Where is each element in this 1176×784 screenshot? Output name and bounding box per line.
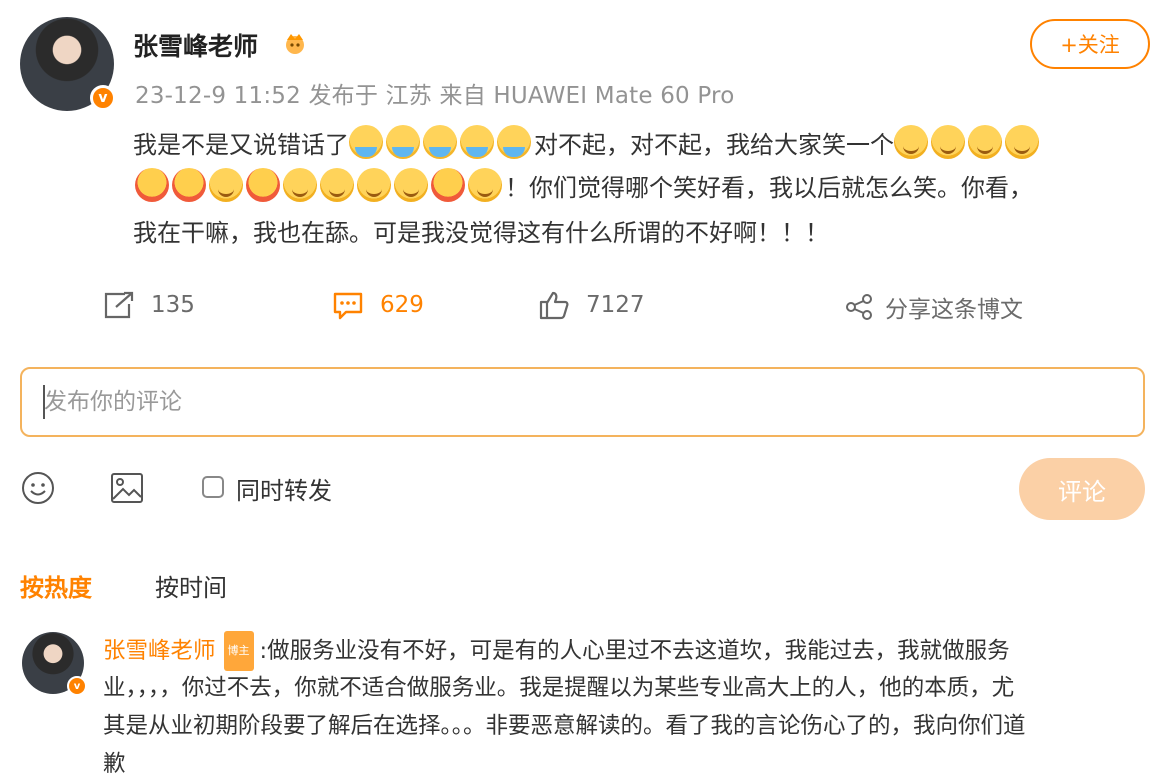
post-text-line-1: 我是不是又说错话了 对不起，对不起，我给大家笑一个 — [133, 125, 1042, 165]
happy-emoji-icon — [283, 168, 317, 202]
comment-line-3: 其是从业初期阶段要了解后在选择。。。非要恶意解读的。看了我的言论伤心了的，我向你… — [103, 713, 1026, 739]
share-button[interactable]: 分享这条博文 — [845, 290, 1023, 324]
author-badge: 博主 — [223, 631, 254, 671]
crying-emoji-icon — [497, 125, 531, 159]
cake-emoji-icon — [431, 168, 465, 202]
author-name[interactable]: 张雪峰老师 — [133, 27, 258, 63]
post-text-segment: 我是不是又说错话了 — [133, 131, 349, 159]
verified-badge-icon: v — [67, 676, 87, 696]
author-avatar[interactable]: v — [20, 17, 116, 111]
comment-line-4: 歉 — [103, 751, 126, 777]
smile-emoji-icon — [357, 168, 391, 202]
lick-emoji-icon — [246, 168, 280, 202]
submit-comment-button[interactable]: 评论 — [1019, 458, 1145, 520]
smile-emoji-icon — [894, 125, 928, 159]
post-text-line-2: ！你们觉得哪个笑好看，我以后就怎么笑。你看， — [135, 168, 1033, 208]
crown-icon — [286, 34, 304, 54]
crying-emoji-icon — [349, 125, 383, 159]
post-text-segment: 对不起，对不起，我给大家笑一个 — [534, 131, 894, 159]
tongue-emoji-icon — [468, 168, 502, 202]
repost-checkbox[interactable] — [202, 476, 224, 498]
share-label: 分享这条博文 — [885, 297, 1023, 323]
commenter-avatar[interactable]: v — [22, 632, 87, 696]
follow-button[interactable]: +关注 — [1030, 19, 1150, 69]
smile-emoji-icon — [968, 125, 1002, 159]
repost-icon — [104, 291, 134, 319]
tab-sort-hot[interactable]: 按热度 — [20, 568, 92, 603]
grin-emoji-icon — [1005, 125, 1039, 159]
post-text-segment: ！你们觉得哪个笑好看，我以后就怎么笑。你看， — [505, 174, 1033, 202]
repost-count: 135 — [151, 292, 195, 318]
post-meta: 23-12-9 11:52 发布于 江苏 来自 HUAWEI Mate 60 P… — [135, 83, 735, 109]
shy-emoji-icon — [209, 168, 243, 202]
commenter-name[interactable]: 张雪峰老师 — [103, 638, 216, 664]
like-button[interactable]: 7127 — [538, 290, 645, 320]
comment-count: 629 — [380, 292, 424, 318]
post-text-line-3: 我在干嘛，我也在舔。可是我没觉得这有什么所谓的不好啊！！！ — [133, 219, 829, 247]
crying-emoji-icon — [460, 125, 494, 159]
comment-input[interactable] — [20, 367, 1145, 437]
verified-badge-icon: v — [90, 85, 116, 111]
comment-line-2: 业，，，，你过不去，你就不适合做服务业。我是提醒以为某些专业高大上的人，他的本质… — [103, 675, 1015, 701]
thumbs-up-icon — [539, 291, 569, 320]
comment-icon — [333, 292, 363, 320]
comment-line-1: 张雪峰老师 博主:做服务业没有不好，可是有的人心里过不去这道坎，我能过去，我就做服… — [103, 631, 1010, 671]
tongue-emoji-icon — [172, 168, 206, 202]
comments-button[interactable]: 629 — [332, 290, 424, 320]
repost-checkbox-label[interactable]: 同时转发 — [236, 471, 332, 506]
smile-emoji-icon — [931, 125, 965, 159]
share-icon — [846, 294, 872, 320]
image-upload-icon[interactable] — [110, 471, 144, 505]
crying-emoji-icon — [386, 125, 420, 159]
laugh-emoji-icon — [135, 168, 169, 202]
comment-text-segment: :做服务业没有不好，可是有的人心里过不去这道坎，我能过去，我就做服务 — [259, 638, 1010, 664]
repost-button[interactable]: 135 — [103, 290, 195, 320]
beam-emoji-icon — [320, 168, 354, 202]
crying-emoji-icon — [423, 125, 457, 159]
clap-emoji-icon — [394, 168, 428, 202]
text-caret — [43, 385, 45, 419]
like-count: 7127 — [586, 292, 645, 318]
tab-sort-time[interactable]: 按时间 — [155, 568, 227, 603]
emoji-picker-icon[interactable] — [21, 471, 55, 505]
